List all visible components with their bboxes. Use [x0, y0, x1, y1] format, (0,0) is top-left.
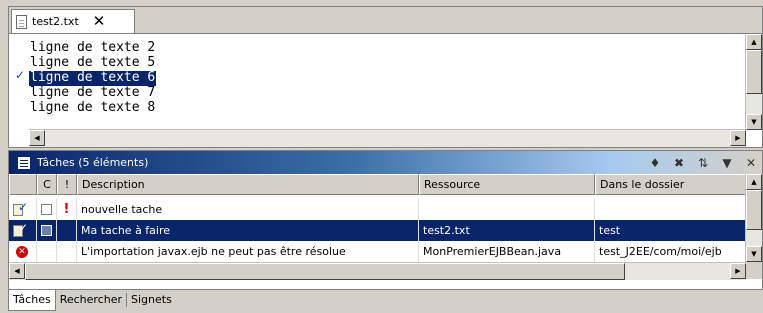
completed-checkbox[interactable] [41, 204, 52, 215]
table-header-row: C ! Description Ressource Dans le dossie… [9, 174, 746, 195]
table-row-selected[interactable]: ✓ Ma tache à faire test2.txt test [9, 220, 746, 241]
column-header-completed[interactable]: C [37, 174, 57, 195]
task-resource: test2.txt [419, 220, 595, 241]
scroll-thumb[interactable] [25, 263, 625, 280]
text-editor[interactable]: ✓ ligne de texte 2 ligne de texte 5 lign… [9, 33, 762, 147]
tab-taches[interactable]: Tâches [8, 289, 56, 311]
view-tabs: Tâches Rechercher Signets [8, 289, 176, 311]
task-folder: test [595, 220, 746, 241]
vertical-ruler: ✓ [9, 34, 29, 129]
close-icon[interactable]: ✕ [744, 156, 758, 170]
task-icon: ✓ [13, 221, 29, 238]
scroll-up-arrow-icon[interactable]: ▲ [746, 34, 762, 50]
scroll-thumb[interactable] [746, 50, 762, 94]
editor-line[interactable]: ligne de texte 2 [29, 41, 156, 56]
text-file-icon [16, 14, 27, 29]
task-folder [595, 199, 746, 220]
editor-line[interactable]: ligne de texte 7 [29, 86, 156, 101]
scroll-thumb[interactable] [746, 190, 762, 230]
task-resource: MonPremierEJBBean.java [419, 241, 595, 262]
scroll-left-arrow-icon[interactable]: ◀ [9, 263, 25, 279]
completed-checkbox[interactable] [41, 225, 52, 236]
tasks-view-title: Tâches (5 éléments) [37, 156, 149, 169]
scroll-down-arrow-icon[interactable]: ▼ [746, 246, 762, 262]
editor-line[interactable]: ligne de texte 8 [29, 101, 156, 116]
tasks-table: C ! Description Ressource Dans le dossie… [9, 174, 762, 262]
error-icon: ✕ [16, 245, 28, 258]
table-row[interactable]: ✓ ! nouvelle tache [9, 199, 746, 220]
table-row[interactable]: ✕ L'importation javax.ejb ne peut pas êt… [9, 241, 746, 262]
tasks-horizontal-scrollbar[interactable]: ◀ ▶ [9, 262, 746, 280]
editor-line[interactable]: ligne de texte 5 [29, 56, 156, 71]
task-description: Ma tache à faire [77, 220, 419, 241]
tab-signets[interactable]: Signets [127, 290, 176, 310]
column-header-priority[interactable]: ! [57, 174, 77, 195]
editor-tab-bar: test2.txt ✕ [9, 7, 762, 33]
tasks-view: Tâches (5 éléments) ♦ ✖ ⇅ ▼ ✕ C ! Descri… [8, 150, 763, 290]
editor-horizontal-scrollbar[interactable]: ◀ ▶ [29, 129, 746, 147]
editor-panel: test2.txt ✕ ✓ ligne de texte 2 ligne de … [8, 6, 763, 148]
scroll-right-arrow-icon[interactable]: ▶ [730, 130, 746, 146]
close-icon[interactable]: ✕ [93, 14, 106, 29]
filter-icon[interactable]: ♦ [648, 156, 662, 170]
column-header-icon[interactable] [9, 174, 37, 195]
task-description: nouvelle tache [77, 199, 419, 220]
tasks-view-icon [17, 155, 31, 170]
delete-completed-icon[interactable]: ✖ [672, 156, 686, 170]
task-priority [57, 220, 77, 241]
view-menu-icon[interactable]: ▼ [720, 156, 734, 170]
tasks-view-header[interactable]: Tâches (5 éléments) ♦ ✖ ⇅ ▼ ✕ [9, 151, 762, 174]
task-resource [419, 199, 595, 220]
scroll-right-arrow-icon[interactable]: ▶ [730, 263, 746, 279]
scroll-left-arrow-icon[interactable]: ◀ [29, 130, 45, 146]
editor-line-selected[interactable]: ligne de texte 6 [29, 71, 157, 86]
task-marker-icon[interactable]: ✓ [15, 68, 25, 82]
task-folder: test_J2EE/com/moi/ejb [595, 241, 746, 262]
task-priority [57, 241, 77, 262]
column-header-description[interactable]: Description [77, 174, 419, 195]
priority-high-icon: ! [63, 202, 70, 217]
editor-lines[interactable]: ligne de texte 2 ligne de texte 5 ligne … [29, 41, 157, 116]
sort-icon[interactable]: ⇅ [696, 156, 710, 170]
tasks-vertical-scrollbar[interactable]: ▲ ▼ [745, 174, 762, 262]
editor-tab-label: test2.txt [32, 15, 79, 28]
scroll-up-arrow-icon[interactable]: ▲ [746, 174, 762, 190]
editor-tab-test2[interactable]: test2.txt ✕ [11, 9, 135, 33]
scrollbar-corner [746, 262, 762, 279]
column-header-folder[interactable]: Dans le dossier [595, 174, 746, 195]
tasks-toolbar: ♦ ✖ ⇅ ▼ ✕ [648, 151, 758, 174]
task-icon: ✓ [13, 200, 29, 217]
column-header-resource[interactable]: Ressource [419, 174, 595, 195]
editor-vertical-scrollbar[interactable]: ▲ ▼ [745, 34, 762, 130]
scroll-down-arrow-icon[interactable]: ▼ [746, 114, 762, 130]
tab-rechercher[interactable]: Rechercher [56, 290, 126, 310]
task-description: L'importation javax.ejb ne peut pas être… [77, 241, 419, 262]
